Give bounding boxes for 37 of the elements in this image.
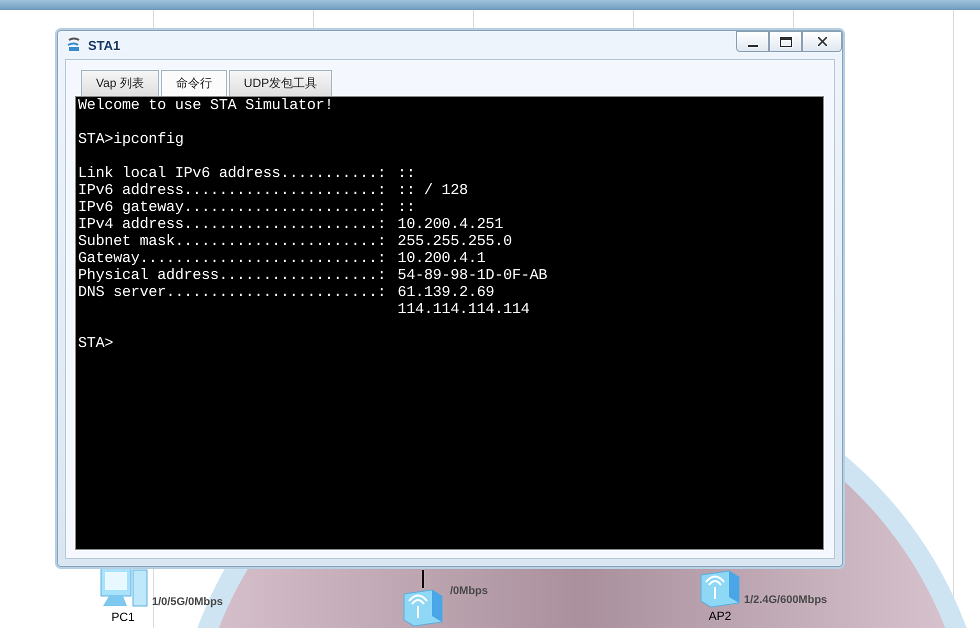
terminal-value: 61.139.2.69 xyxy=(398,284,494,301)
cable-line xyxy=(422,570,424,588)
terminal-label: DNS server........................: xyxy=(78,284,388,301)
station-icon xyxy=(66,37,82,53)
terminal-value: :: / 128 xyxy=(398,182,468,199)
terminal-label: Subnet mask.......................: xyxy=(78,233,388,250)
terminal-label: IPv6 gateway......................: xyxy=(78,199,388,216)
device-label: PC1 xyxy=(111,610,135,624)
close-icon xyxy=(818,37,826,46)
tab[interactable]: Vap 列表 xyxy=(81,70,159,96)
tab[interactable]: UDP发包工具 xyxy=(228,70,332,96)
terminal-label: IPv6 address......................: xyxy=(78,182,388,199)
terminal-value: 54-89-98-1D-0F-AB xyxy=(398,267,548,284)
terminal-line: STA> xyxy=(78,335,114,352)
terminal-label: IPv4 address......................: xyxy=(78,216,388,233)
terminal-value: 10.200.4.1 xyxy=(398,250,486,267)
maximize-icon xyxy=(780,36,792,46)
terminal-value: 10.200.4.251 xyxy=(398,216,504,233)
link-label: 1/0/5G/0Mbps xyxy=(152,596,223,608)
tab[interactable]: 命令行 xyxy=(160,70,227,96)
minimize-button[interactable] xyxy=(736,31,769,52)
terminal-label: Link local IPv6 address...........: xyxy=(78,165,388,182)
terminal-value: 114.114.114.114 xyxy=(398,301,530,318)
terminal-label: Physical address..................: xyxy=(78,267,388,284)
link-label: /0Mbps xyxy=(450,585,488,597)
window-title: STA1 xyxy=(88,38,122,52)
terminal-line: Welcome to use STA Simulator! xyxy=(78,97,334,114)
close-button[interactable] xyxy=(802,31,842,52)
terminal-line: STA>ipconfig xyxy=(78,131,184,148)
terminal-value: :: xyxy=(398,199,416,216)
terminal-value: :: xyxy=(398,165,416,182)
terminal-label: Gateway...........................: xyxy=(78,250,388,267)
terminal-value: 255.255.255.0 xyxy=(398,233,512,250)
minimize-icon xyxy=(748,44,758,46)
device-label: AP2 xyxy=(708,609,732,623)
link-label: 1/2.4G/600Mbps xyxy=(744,594,828,606)
maximize-button[interactable] xyxy=(769,31,802,52)
